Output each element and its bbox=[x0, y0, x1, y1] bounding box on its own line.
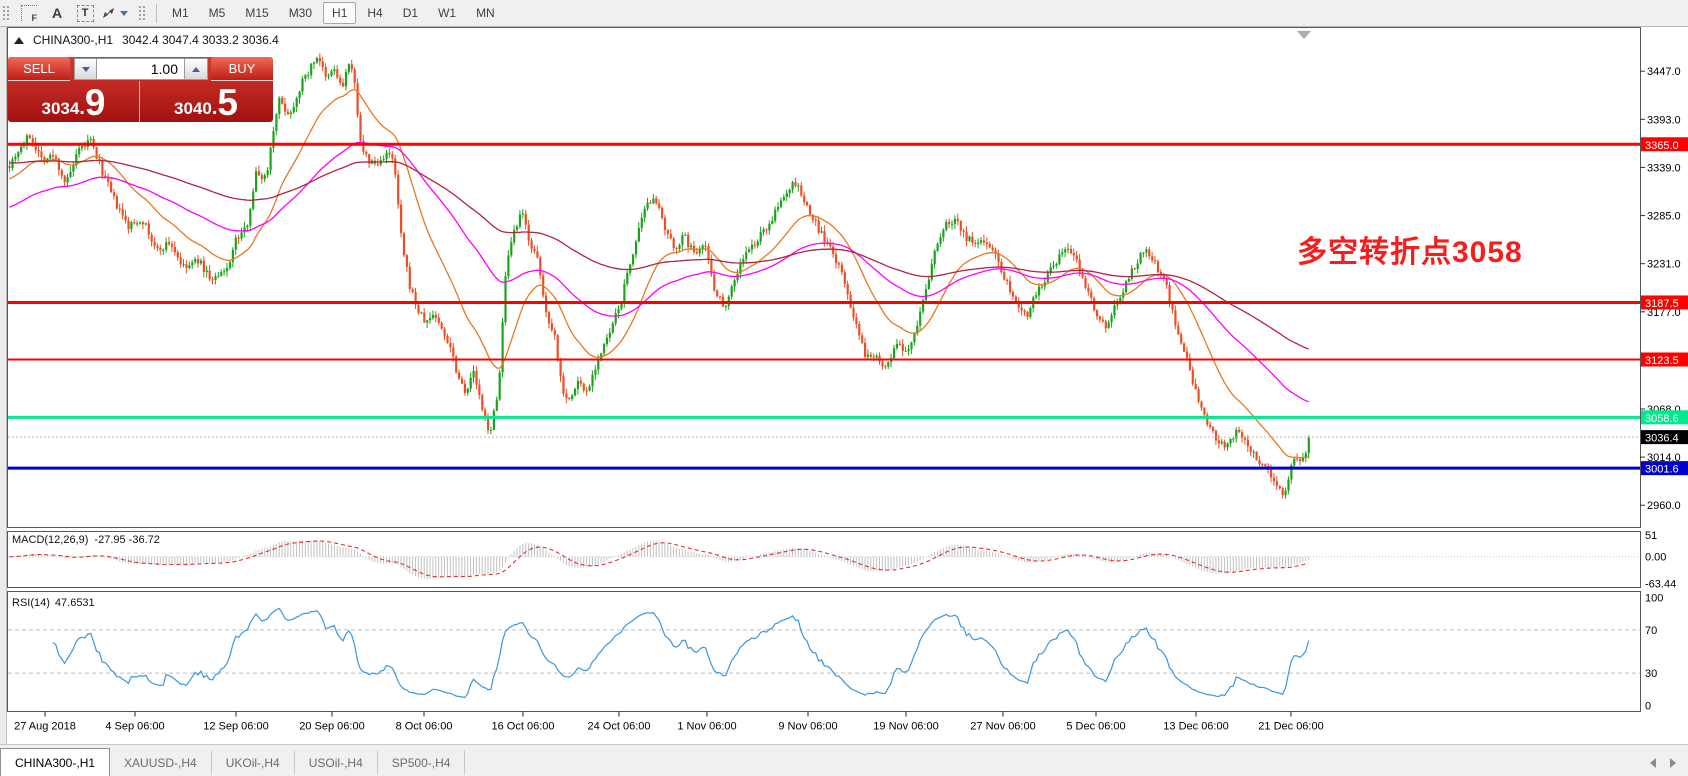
caret-up-icon bbox=[192, 67, 200, 72]
volume-increase-button[interactable] bbox=[185, 58, 208, 80]
macd-pane bbox=[8, 532, 1641, 588]
tab-scroll-left-icon[interactable] bbox=[1650, 758, 1656, 768]
symbol-arrow-icon[interactable] bbox=[14, 37, 24, 44]
rsi-pane bbox=[8, 592, 1641, 712]
f-glyph: F bbox=[32, 13, 38, 23]
ohlc-values: 3042.4 3047.4 3033.2 3036.4 bbox=[122, 33, 279, 47]
tf-button-h4[interactable]: H4 bbox=[358, 2, 391, 24]
time-tick-label: 12 Sep 06:00 bbox=[203, 721, 268, 733]
tab-ukoil[interactable]: UKOil-,H4 bbox=[212, 750, 295, 775]
toolbar-separator bbox=[156, 4, 157, 23]
buy-button[interactable]: BUY bbox=[211, 57, 273, 81]
tf-button-m30[interactable]: M30 bbox=[280, 2, 321, 24]
macd-tick-label: 51 bbox=[1645, 530, 1657, 542]
chart-surface[interactable]: MACD(12,26,9)-27.95 -36.72RSI(14)47.6531… bbox=[0, 27, 1688, 744]
tf-button-d1[interactable]: D1 bbox=[394, 2, 427, 24]
tf-button-m5[interactable]: M5 bbox=[200, 2, 235, 24]
cursor-tools-icon[interactable] bbox=[101, 3, 128, 24]
chart-tab-bar: CHINA300-,H1 XAUUSD-,H4 UKOil-,H4 USOil-… bbox=[0, 744, 1688, 776]
time-tick-label: 27 Aug 2018 bbox=[14, 721, 76, 733]
price-tick-label: 3447.0 bbox=[1647, 66, 1681, 78]
window-left-edge bbox=[0, 27, 7, 744]
price-tick-label: 3231.0 bbox=[1647, 259, 1681, 271]
tf-button-h1[interactable]: H1 bbox=[323, 2, 356, 24]
caret-down-icon bbox=[82, 67, 90, 72]
tab-scroll-buttons bbox=[1650, 758, 1688, 768]
time-tick-label: 20 Sep 06:00 bbox=[299, 721, 364, 733]
tab-sp500[interactable]: SP500-,H4 bbox=[378, 750, 466, 775]
pane-frames bbox=[8, 28, 1641, 712]
t-glyph: T bbox=[82, 7, 89, 19]
price-tick-label: 3339.0 bbox=[1647, 162, 1681, 174]
time-tick-label: 16 Oct 06:00 bbox=[492, 721, 555, 733]
price-badge-label: 3123.5 bbox=[1645, 355, 1679, 367]
time-tick-label: 9 Nov 06:00 bbox=[778, 721, 837, 733]
price-badge-label: 3058.6 bbox=[1645, 413, 1679, 425]
time-tick-label: 4 Sep 06:00 bbox=[105, 721, 164, 733]
text-label-icon[interactable]: A bbox=[45, 3, 69, 24]
trading-platform-window: F A T M1 M5 M15 M30 H1 H4 D1 W1 MN MACD(… bbox=[0, 0, 1688, 776]
volume-input[interactable] bbox=[96, 58, 185, 80]
t-box: T bbox=[77, 5, 94, 22]
buy-price[interactable]: 3040.5 bbox=[140, 81, 272, 122]
tf-button-mn[interactable]: MN bbox=[467, 2, 504, 24]
price-tick-label: 2960.0 bbox=[1647, 500, 1681, 512]
time-tick-label: 21 Dec 06:00 bbox=[1258, 721, 1323, 733]
chart-grid-f-icon[interactable]: F bbox=[17, 3, 41, 24]
macd-label: MACD(12,26,9)-27.95 -36.72 bbox=[12, 534, 160, 546]
time-tick-label: 19 Nov 06:00 bbox=[873, 721, 938, 733]
macd-tick-label: -63.44 bbox=[1645, 579, 1676, 591]
macd-tick-label: 0.00 bbox=[1645, 552, 1666, 564]
rsi-tick-label: 100 bbox=[1645, 592, 1663, 604]
cursor-tools-glyph bbox=[101, 6, 117, 20]
chart-title: CHINA300-,H1 3042.4 3047.4 3033.2 3036.4 bbox=[14, 33, 279, 47]
tf-button-m1[interactable]: M1 bbox=[163, 2, 198, 24]
tab-usoil[interactable]: USOil-,H4 bbox=[295, 750, 378, 775]
a-glyph: A bbox=[52, 5, 62, 21]
toolbar-grip-2[interactable] bbox=[138, 5, 147, 22]
price-badge-label: 3187.5 bbox=[1645, 298, 1679, 310]
sell-price[interactable]: 3034.9 bbox=[8, 81, 140, 122]
text-box-icon[interactable]: T bbox=[73, 3, 97, 24]
price-tick-label: 3393.0 bbox=[1647, 114, 1681, 126]
price-badge-label: 3001.6 bbox=[1645, 464, 1679, 476]
top-toolbar: F A T M1 M5 M15 M30 H1 H4 D1 W1 MN bbox=[0, 0, 1688, 27]
tf-button-m15[interactable]: M15 bbox=[236, 2, 277, 24]
tab-china300[interactable]: CHINA300-,H1 bbox=[0, 748, 110, 776]
symbol-name: CHINA300-,H1 bbox=[33, 33, 113, 47]
price-axis: 3447.03393.03339.03285.03231.03177.03068… bbox=[1640, 66, 1688, 712]
tab-scroll-right-icon[interactable] bbox=[1670, 758, 1676, 768]
price-tick-label: 3285.0 bbox=[1647, 211, 1681, 223]
buy-price-main: 3040 bbox=[174, 99, 212, 119]
grid-icon: F bbox=[21, 5, 37, 21]
price-badge-label: 3365.0 bbox=[1645, 140, 1679, 152]
time-tick-label: 1 Nov 06:00 bbox=[677, 721, 736, 733]
rsi-tick-label: 70 bbox=[1645, 625, 1657, 637]
order-panel-top: SELL BUY bbox=[8, 57, 273, 81]
time-tick-label: 5 Dec 06:00 bbox=[1066, 721, 1125, 733]
time-axis: 27 Aug 2018 4 Sep 06:00 12 Sep 06:00 20 Sep… bbox=[14, 712, 1324, 733]
volume-decrease-button[interactable] bbox=[74, 58, 97, 80]
dropdown-caret-icon[interactable] bbox=[120, 11, 128, 16]
order-panel-prices: 3034.9 3040.5 bbox=[8, 81, 273, 122]
chart-annotation-text: 多空转折点3058 bbox=[1297, 227, 1523, 271]
rsi-tick-label: 0 bbox=[1645, 701, 1651, 713]
tab-xauusd[interactable]: XAUUSD-,H4 bbox=[110, 750, 212, 775]
one-click-trading-panel: SELL BUY 3034.9 3040.5 bbox=[8, 57, 273, 122]
chart-shift-marker-icon[interactable] bbox=[1297, 31, 1311, 39]
sell-price-main: 3034 bbox=[42, 99, 80, 119]
sell-button[interactable]: SELL bbox=[8, 57, 70, 81]
toolbar-grip[interactable] bbox=[2, 5, 11, 22]
rsi-tick-label: 30 bbox=[1645, 668, 1657, 680]
tf-button-w1[interactable]: W1 bbox=[429, 2, 465, 24]
time-tick-label: 24 Oct 06:00 bbox=[588, 721, 651, 733]
time-tick-label: 27 Nov 06:00 bbox=[970, 721, 1035, 733]
sell-price-pip: 9 bbox=[85, 86, 106, 119]
price-badge-label: 3036.4 bbox=[1645, 433, 1679, 445]
time-tick-label: 8 Oct 06:00 bbox=[396, 721, 453, 733]
buy-price-pip: 5 bbox=[217, 86, 238, 119]
time-tick-label: 13 Dec 06:00 bbox=[1163, 721, 1228, 733]
